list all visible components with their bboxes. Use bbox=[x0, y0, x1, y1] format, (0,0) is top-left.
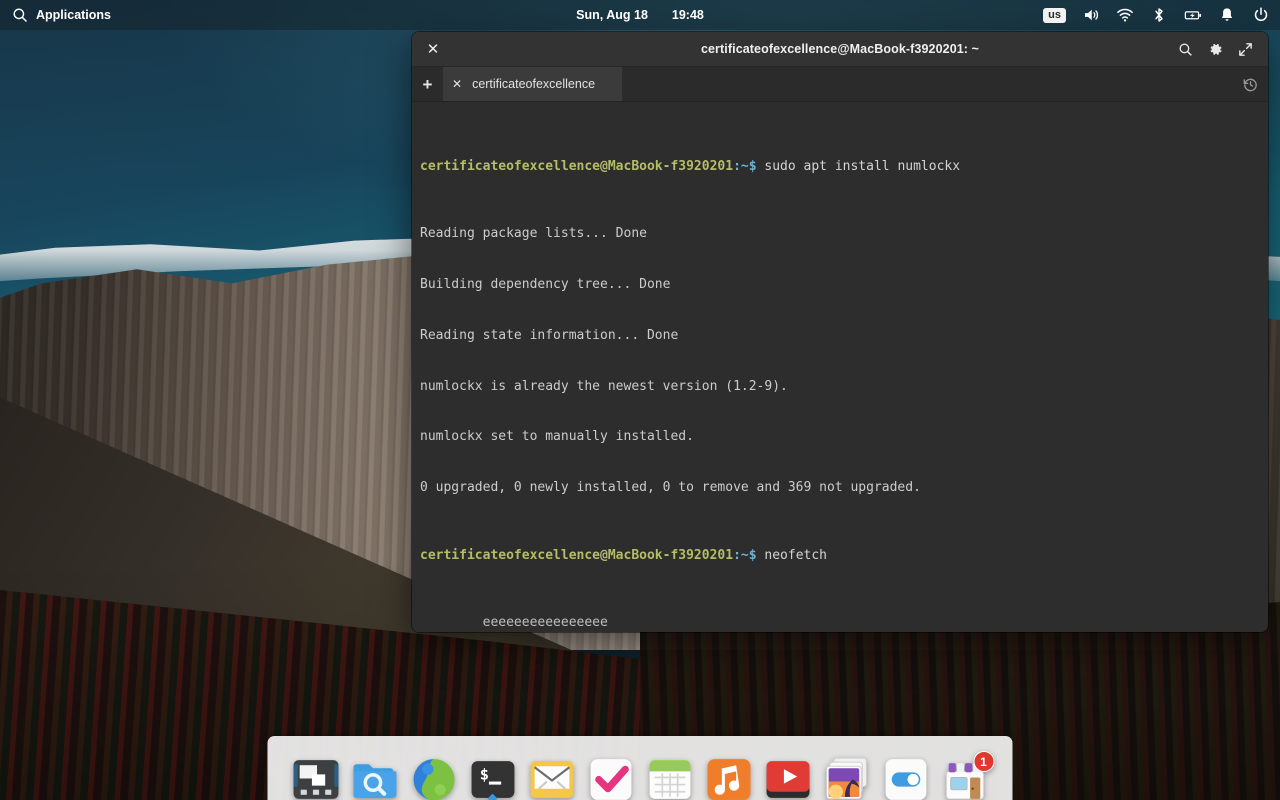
prompt-user-host: certificateofexcellence@MacBook-f3920201 bbox=[420, 547, 734, 563]
dock-item-photos[interactable] bbox=[822, 755, 871, 800]
dock-item-terminal[interactable]: $ bbox=[468, 755, 517, 800]
dock-item-calendar[interactable] bbox=[645, 755, 694, 800]
output-line: Reading package lists... Done bbox=[420, 226, 647, 242]
calendar-icon bbox=[649, 760, 690, 799]
dock-item-music[interactable] bbox=[704, 755, 753, 800]
dock-item-settings[interactable] bbox=[881, 755, 930, 800]
terminal-titlebar[interactable]: ✕ certificateofexcellence@MacBook-f39202… bbox=[412, 32, 1268, 67]
terminal-tab[interactable]: ✕ certificateofexcellence bbox=[443, 67, 623, 101]
notifications-bell-icon[interactable] bbox=[1218, 6, 1236, 24]
applications-menu-button[interactable]: Applications bbox=[0, 6, 111, 24]
search-icon[interactable] bbox=[1177, 41, 1194, 58]
prompt-path: :~$ bbox=[733, 158, 757, 174]
dock-item-appcenter[interactable]: 1 bbox=[940, 751, 994, 800]
prompt-path: :~$ bbox=[733, 547, 757, 563]
dock-item-tasks[interactable] bbox=[586, 755, 635, 800]
applications-menu-icon bbox=[293, 760, 338, 799]
fullscreen-icon[interactable] bbox=[1237, 41, 1254, 58]
files-icon bbox=[353, 764, 396, 798]
terminal-tabbar: + ✕ certificateofexcellence bbox=[412, 67, 1268, 102]
command-line-1: certificateofexcellence@MacBook-f3920201… bbox=[420, 159, 1258, 176]
search-icon bbox=[13, 8, 27, 22]
neofetch-info: certificateofexcellence@MacBook-f3920201… bbox=[712, 615, 1088, 632]
svg-text:$: $ bbox=[479, 766, 488, 784]
wifi-icon[interactable] bbox=[1116, 6, 1134, 24]
web-browser-icon bbox=[413, 759, 454, 800]
appcenter-badge: 1 bbox=[973, 751, 994, 772]
window-title: certificateofexcellence@MacBook-f3920201… bbox=[700, 42, 980, 56]
videos-icon bbox=[766, 761, 809, 798]
music-icon bbox=[707, 759, 750, 800]
neofetch-ascii-logo: eeeeeeeeeeeeeeee eeeeeeeeeeeeeeeeeeeeee … bbox=[482, 615, 608, 631]
settings-icon bbox=[885, 759, 926, 800]
dock: $ 1 bbox=[267, 736, 1013, 800]
dock-item-web-browser[interactable] bbox=[409, 755, 458, 800]
output-line: numlockx is already the newest version (… bbox=[420, 378, 788, 394]
terminal-output[interactable]: certificateofexcellence@MacBook-f3920201… bbox=[412, 102, 1268, 632]
top-panel: Applications Sun, Aug 18 19:48 us bbox=[0, 0, 1280, 30]
dock-item-files[interactable] bbox=[350, 755, 399, 800]
panel-time[interactable]: 19:48 bbox=[672, 8, 704, 22]
dock-item-videos[interactable] bbox=[763, 755, 812, 800]
panel-date[interactable]: Sun, Aug 18 bbox=[576, 8, 648, 22]
prompt-user-host: certificateofexcellence@MacBook-f3920201 bbox=[420, 158, 734, 174]
new-tab-button[interactable]: + bbox=[412, 67, 443, 101]
dock-item-applications-menu[interactable] bbox=[291, 755, 340, 800]
output-line: numlockx set to manually installed. bbox=[420, 429, 694, 445]
bluetooth-icon[interactable] bbox=[1150, 6, 1168, 24]
panel-indicators: us bbox=[1043, 0, 1270, 30]
volume-icon[interactable] bbox=[1082, 6, 1100, 24]
titlebar-actions bbox=[1177, 41, 1268, 58]
desktop[interactable]: Applications Sun, Aug 18 19:48 us ✕ cert… bbox=[0, 0, 1280, 800]
battery-charging-icon[interactable] bbox=[1184, 6, 1202, 24]
output-line: Reading state information... Done bbox=[420, 327, 679, 343]
dock-item-mail[interactable] bbox=[527, 755, 576, 800]
tab-history-button[interactable] bbox=[1232, 67, 1268, 101]
command-text: sudo apt install numlockx bbox=[756, 158, 961, 174]
keyboard-layout-indicator[interactable]: us bbox=[1043, 7, 1066, 23]
command-line-2: certificateofexcellence@MacBook-f3920201… bbox=[420, 548, 1258, 565]
tabbar-spacer bbox=[623, 67, 1232, 101]
output-line: Building dependency tree... Done bbox=[420, 277, 671, 293]
history-icon bbox=[1243, 78, 1257, 91]
mail-icon bbox=[530, 761, 573, 798]
tab-close-button[interactable]: ✕ bbox=[452, 78, 462, 90]
tab-label: certificateofexcellence bbox=[472, 77, 596, 91]
command-text: neofetch bbox=[756, 547, 828, 563]
photos-icon bbox=[825, 757, 867, 800]
output-line: 0 upgraded, 0 newly installed, 0 to remo… bbox=[420, 479, 921, 495]
power-icon[interactable] bbox=[1252, 6, 1270, 24]
neofetch-output: eeeeeeeeeeeeeeee eeeeeeeeeeeeeeeeeeeeee … bbox=[420, 615, 1258, 632]
gear-icon[interactable] bbox=[1207, 41, 1224, 58]
terminal-window[interactable]: ✕ certificateofexcellence@MacBook-f39202… bbox=[412, 32, 1268, 632]
tasks-icon bbox=[590, 759, 631, 800]
applications-menu-label: Applications bbox=[36, 8, 112, 22]
